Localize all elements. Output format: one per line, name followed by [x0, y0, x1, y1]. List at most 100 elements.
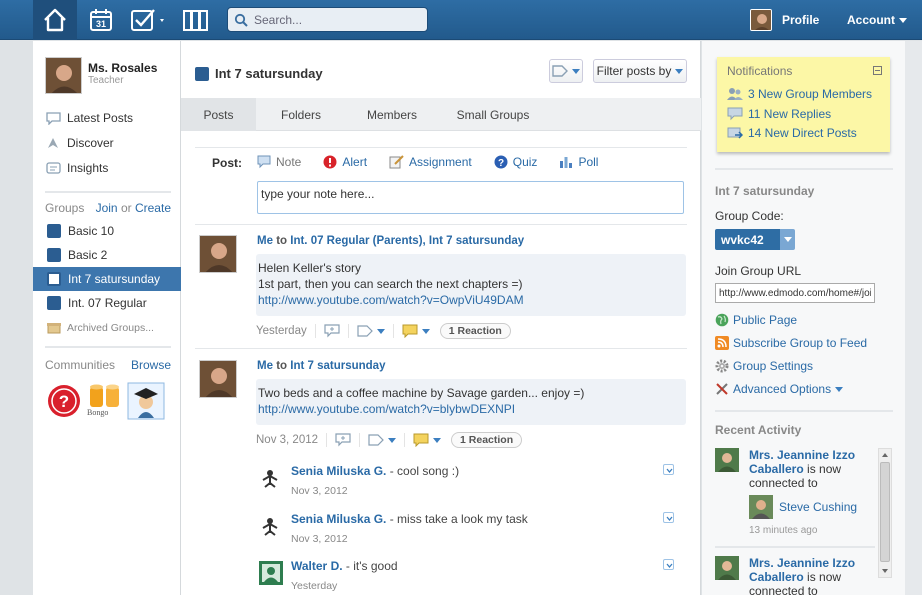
group-tabs: Posts Folders Members Small Groups — [181, 98, 701, 131]
post-date: Nov 3, 2012 — [256, 434, 319, 446]
user-profile[interactable]: Ms. Rosales Teacher — [45, 57, 171, 95]
tag-post-button[interactable] — [357, 325, 385, 337]
avatar — [749, 495, 773, 519]
post-type-alert[interactable]: Alert — [323, 155, 367, 169]
divider — [314, 324, 316, 338]
post-type-note[interactable]: Note — [257, 155, 301, 169]
notification-direct-posts[interactable]: 14 New Direct Posts — [727, 126, 857, 140]
post-type-assignment[interactable]: Assignment — [389, 155, 472, 169]
group-item-int-7-satursunday[interactable]: Int 7 satursunday — [33, 267, 181, 291]
group-item-basic-2[interactable]: Basic 2 — [33, 243, 181, 267]
reply-options-button[interactable] — [663, 559, 674, 570]
scrollbar-thumb[interactable] — [880, 462, 890, 562]
reply-options-button[interactable] — [663, 464, 674, 475]
calendar-button[interactable]: 31 — [88, 6, 114, 34]
search-input[interactable]: Search... — [227, 7, 428, 32]
notification-replies[interactable]: 11 New Replies — [727, 107, 831, 121]
post-recipients[interactable]: Int 7 satursunday — [290, 360, 385, 372]
post-text-line: Two beds and a coffee machine by Savage … — [258, 386, 585, 400]
join-url-field[interactable] — [715, 283, 875, 303]
browse-communities-link[interactable]: Browse — [131, 358, 171, 372]
subscribe-feed-link[interactable]: Subscribe Group to Feed — [715, 336, 867, 350]
tag-post-button[interactable] — [368, 434, 397, 446]
minimize-icon[interactable] — [873, 66, 882, 75]
chevron-down-icon — [666, 516, 673, 522]
assignments-button[interactable] — [130, 6, 168, 34]
group-color-square — [195, 66, 209, 81]
create-group-link[interactable]: Create — [135, 201, 171, 215]
post-recipients[interactable]: Int. 07 Regular (Parents), Int 7 satursu… — [290, 235, 524, 247]
activity-target-user[interactable]: Steve Cushing — [779, 500, 857, 514]
post-link[interactable]: http://www.youtube.com/watch?v=OwpViU49D… — [258, 293, 524, 307]
group-code-dropdown[interactable]: wvkc42 — [715, 229, 795, 250]
reaction-count-badge[interactable]: 1 Reaction — [451, 432, 523, 448]
account-menu[interactable]: Account — [847, 0, 907, 40]
communities-title: Communities — [45, 358, 116, 372]
activity-scrollbar[interactable] — [878, 448, 892, 578]
nav-discover[interactable]: Discover — [45, 136, 114, 150]
tag-filter-button[interactable] — [549, 59, 583, 83]
divider — [195, 147, 687, 148]
reply-options-button[interactable] — [663, 512, 674, 523]
nav-insights[interactable]: Insights — [45, 161, 108, 175]
reply-text: Senia Miluska G. - cool song :) — [291, 464, 459, 478]
main-content: Int 7 satursunday Filter posts by Posts … — [181, 41, 701, 595]
post-author[interactable]: Me — [257, 235, 273, 247]
filter-posts-button[interactable]: Filter posts by — [593, 59, 687, 83]
note-input[interactable]: type your note here... — [257, 181, 684, 214]
scroll-down-icon[interactable] — [882, 569, 888, 573]
tools-icon — [716, 383, 728, 395]
group-item-int-07-regular[interactable]: Int. 07 Regular — [33, 291, 181, 315]
bongo-community-icon[interactable]: Bongo — [85, 381, 125, 421]
scroll-up-icon[interactable] — [882, 453, 888, 457]
reply-item: Walter D. - it's good Yesterday — [259, 559, 689, 595]
search-icon — [234, 13, 248, 27]
reply-date: Yesterday — [291, 580, 338, 592]
post-text-line: Helen Keller's story — [258, 261, 361, 275]
advanced-options-link[interactable]: Advanced Options — [715, 382, 844, 396]
profile-link[interactable]: Profile — [750, 0, 819, 40]
help-community-icon[interactable]: ? — [47, 384, 81, 418]
group-settings-link[interactable]: Group Settings — [715, 359, 813, 373]
note-icon — [257, 155, 271, 169]
join-group-link[interactable]: Join — [96, 201, 118, 215]
group-label: Int 7 satursunday — [68, 272, 161, 286]
home-button[interactable] — [33, 0, 77, 40]
reply-icon[interactable] — [335, 433, 351, 447]
link-label: Public Page — [733, 313, 798, 327]
reply-author[interactable]: Senia Miluska G. — [291, 512, 386, 526]
post-type-quiz[interactable]: ? Quiz — [494, 155, 537, 169]
post-label: Post: — [212, 156, 242, 170]
top-bar: 31 Search... Profile Account — [0, 0, 922, 40]
post-link[interactable]: http://www.youtube.com/watch?v=blybwDEXN… — [258, 402, 515, 416]
post-type-poll[interactable]: Poll — [559, 155, 598, 169]
post-author[interactable]: Me — [257, 360, 273, 372]
quiz-icon: ? — [494, 155, 508, 169]
reaction-count-badge[interactable]: 1 Reaction — [439, 323, 511, 339]
group-color-square — [47, 272, 61, 286]
library-button[interactable] — [181, 6, 211, 34]
post-type-label: Poll — [578, 155, 599, 169]
reply-icon[interactable] — [324, 324, 340, 338]
tab-members[interactable]: Members — [346, 98, 438, 131]
graduate-community-icon[interactable] — [127, 382, 165, 420]
public-page-link[interactable]: Public Page — [715, 313, 797, 327]
reply-author[interactable]: Senia Miluska G. — [291, 464, 386, 478]
tab-folders[interactable]: Folders — [256, 98, 346, 131]
notification-group-members[interactable]: 3 New Group Members — [727, 87, 872, 101]
group-item-basic-10[interactable]: Basic 10 — [33, 219, 181, 243]
reply-author[interactable]: Walter D. — [291, 559, 343, 573]
react-button[interactable] — [413, 433, 442, 447]
tab-small-groups[interactable]: Small Groups — [438, 98, 548, 131]
tab-posts[interactable]: Posts — [181, 98, 256, 131]
post-to-word: to — [276, 235, 288, 247]
post-type-label: Alert — [342, 155, 368, 169]
react-button[interactable] — [402, 324, 430, 338]
avatar — [262, 518, 278, 536]
chevron-down-icon — [388, 437, 397, 443]
archive-box-icon — [47, 323, 61, 334]
reply-date: Nov 3, 2012 — [291, 533, 348, 545]
nav-latest-posts[interactable]: Latest Posts — [45, 111, 133, 125]
archived-groups-link[interactable]: Archived Groups... — [33, 316, 181, 340]
link-label: Subscribe Group to Feed — [733, 336, 868, 350]
